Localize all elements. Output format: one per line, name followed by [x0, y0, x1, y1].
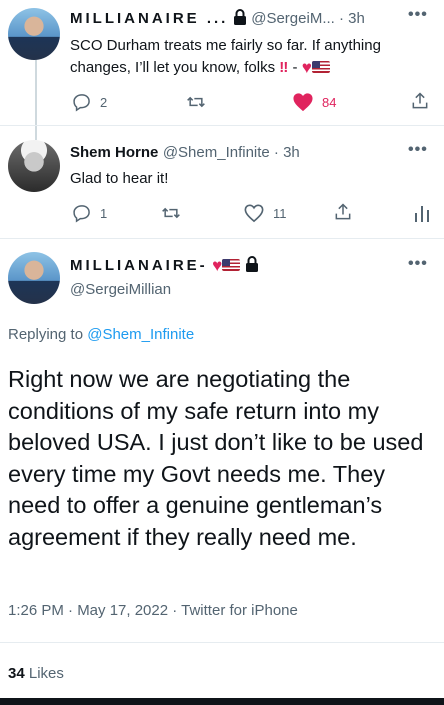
reply-button[interactable]: 2 [72, 92, 107, 112]
share-button[interactable] [333, 201, 353, 223]
likes-count: 34 [8, 665, 25, 682]
like-count: 84 [322, 94, 337, 110]
main-tweet-text: Right now we are negotiating the conditi… [8, 366, 424, 550]
us-flag-icon [311, 61, 330, 73]
author-name[interactable]: Shem Horne [70, 144, 158, 161]
share-icon [412, 92, 428, 109]
like-count: 11 [273, 205, 287, 221]
share-icon [335, 203, 351, 220]
retweet-button[interactable] [160, 203, 182, 223]
divider [0, 642, 444, 643]
likes-stat[interactable]: 34 Likes [8, 665, 64, 682]
reply-icon [73, 205, 90, 223]
reply-button[interactable]: 1 [72, 203, 107, 223]
reply-count: 1 [100, 205, 108, 221]
handle-time[interactable]: @Shem_Infinite · 3h [163, 144, 300, 161]
analytics-button[interactable] [414, 203, 430, 223]
thread-line [35, 60, 37, 140]
more-icon[interactable]: ••• [408, 6, 428, 24]
lock-icon [245, 256, 258, 272]
share-button[interactable] [410, 90, 430, 112]
main-handle[interactable]: @SergeiMillian [70, 281, 171, 298]
avatar-millian[interactable] [8, 252, 60, 304]
like-icon [244, 204, 264, 223]
more-icon[interactable]: ••• [408, 141, 428, 159]
author-name[interactable]: MILLIANAIRE ... [70, 10, 228, 27]
replying-handle-link[interactable]: @Shem_Infinite [87, 326, 194, 343]
analytics-icon [415, 206, 429, 222]
retweet-icon [162, 207, 180, 219]
double-exclamation-icon: ‼ [275, 59, 289, 76]
tweet1-header: MILLIANAIRE ... @SergeiM... · 3h [70, 9, 365, 28]
replying-prefix: Replying to [8, 326, 88, 343]
tweet2-text: Glad to hear it! [70, 170, 169, 187]
retweet-button[interactable] [185, 92, 207, 112]
heart-emoji-icon: ♥ [301, 58, 312, 77]
reply-count: 2 [100, 94, 108, 110]
replying-to: Replying to @Shem_Infinite [8, 326, 194, 343]
tweet1-text-line2: changes, I’ll let you know, folks [70, 59, 276, 76]
retweet-icon [187, 96, 205, 108]
tweet1-text-line1: SCO Durham treats me fairly so far. If a… [70, 37, 381, 54]
avatar-millian[interactable] [8, 8, 60, 60]
like-button[interactable]: 11 [243, 203, 287, 223]
bottom-bar [0, 698, 444, 705]
heart-emoji-icon: ♥ [212, 256, 223, 275]
main-author: MILLIANAIRE- ♥ [70, 256, 259, 276]
like-button[interactable]: 84 [292, 92, 336, 112]
reply-icon [73, 94, 90, 112]
like-icon [293, 93, 313, 112]
author-name[interactable]: MILLIANAIRE- [70, 257, 208, 274]
more-icon[interactable]: ••• [408, 255, 428, 273]
handle-time[interactable]: @SergeiM... · 3h [251, 10, 365, 27]
tweet2-header: Shem Horne @Shem_Infinite · 3h [70, 144, 300, 162]
tweet1-text: SCO Durham treats me fairly so far. If a… [70, 35, 430, 79]
divider [0, 238, 444, 239]
dash: - [292, 59, 298, 76]
avatar-shem[interactable] [8, 140, 60, 192]
divider [0, 125, 444, 126]
likes-label: Likes [28, 665, 64, 682]
lock-icon [233, 9, 246, 25]
us-flag-icon [222, 259, 241, 271]
timestamp[interactable]: 1:26 PM · May 17, 2022 · Twitter for iPh… [8, 602, 298, 619]
